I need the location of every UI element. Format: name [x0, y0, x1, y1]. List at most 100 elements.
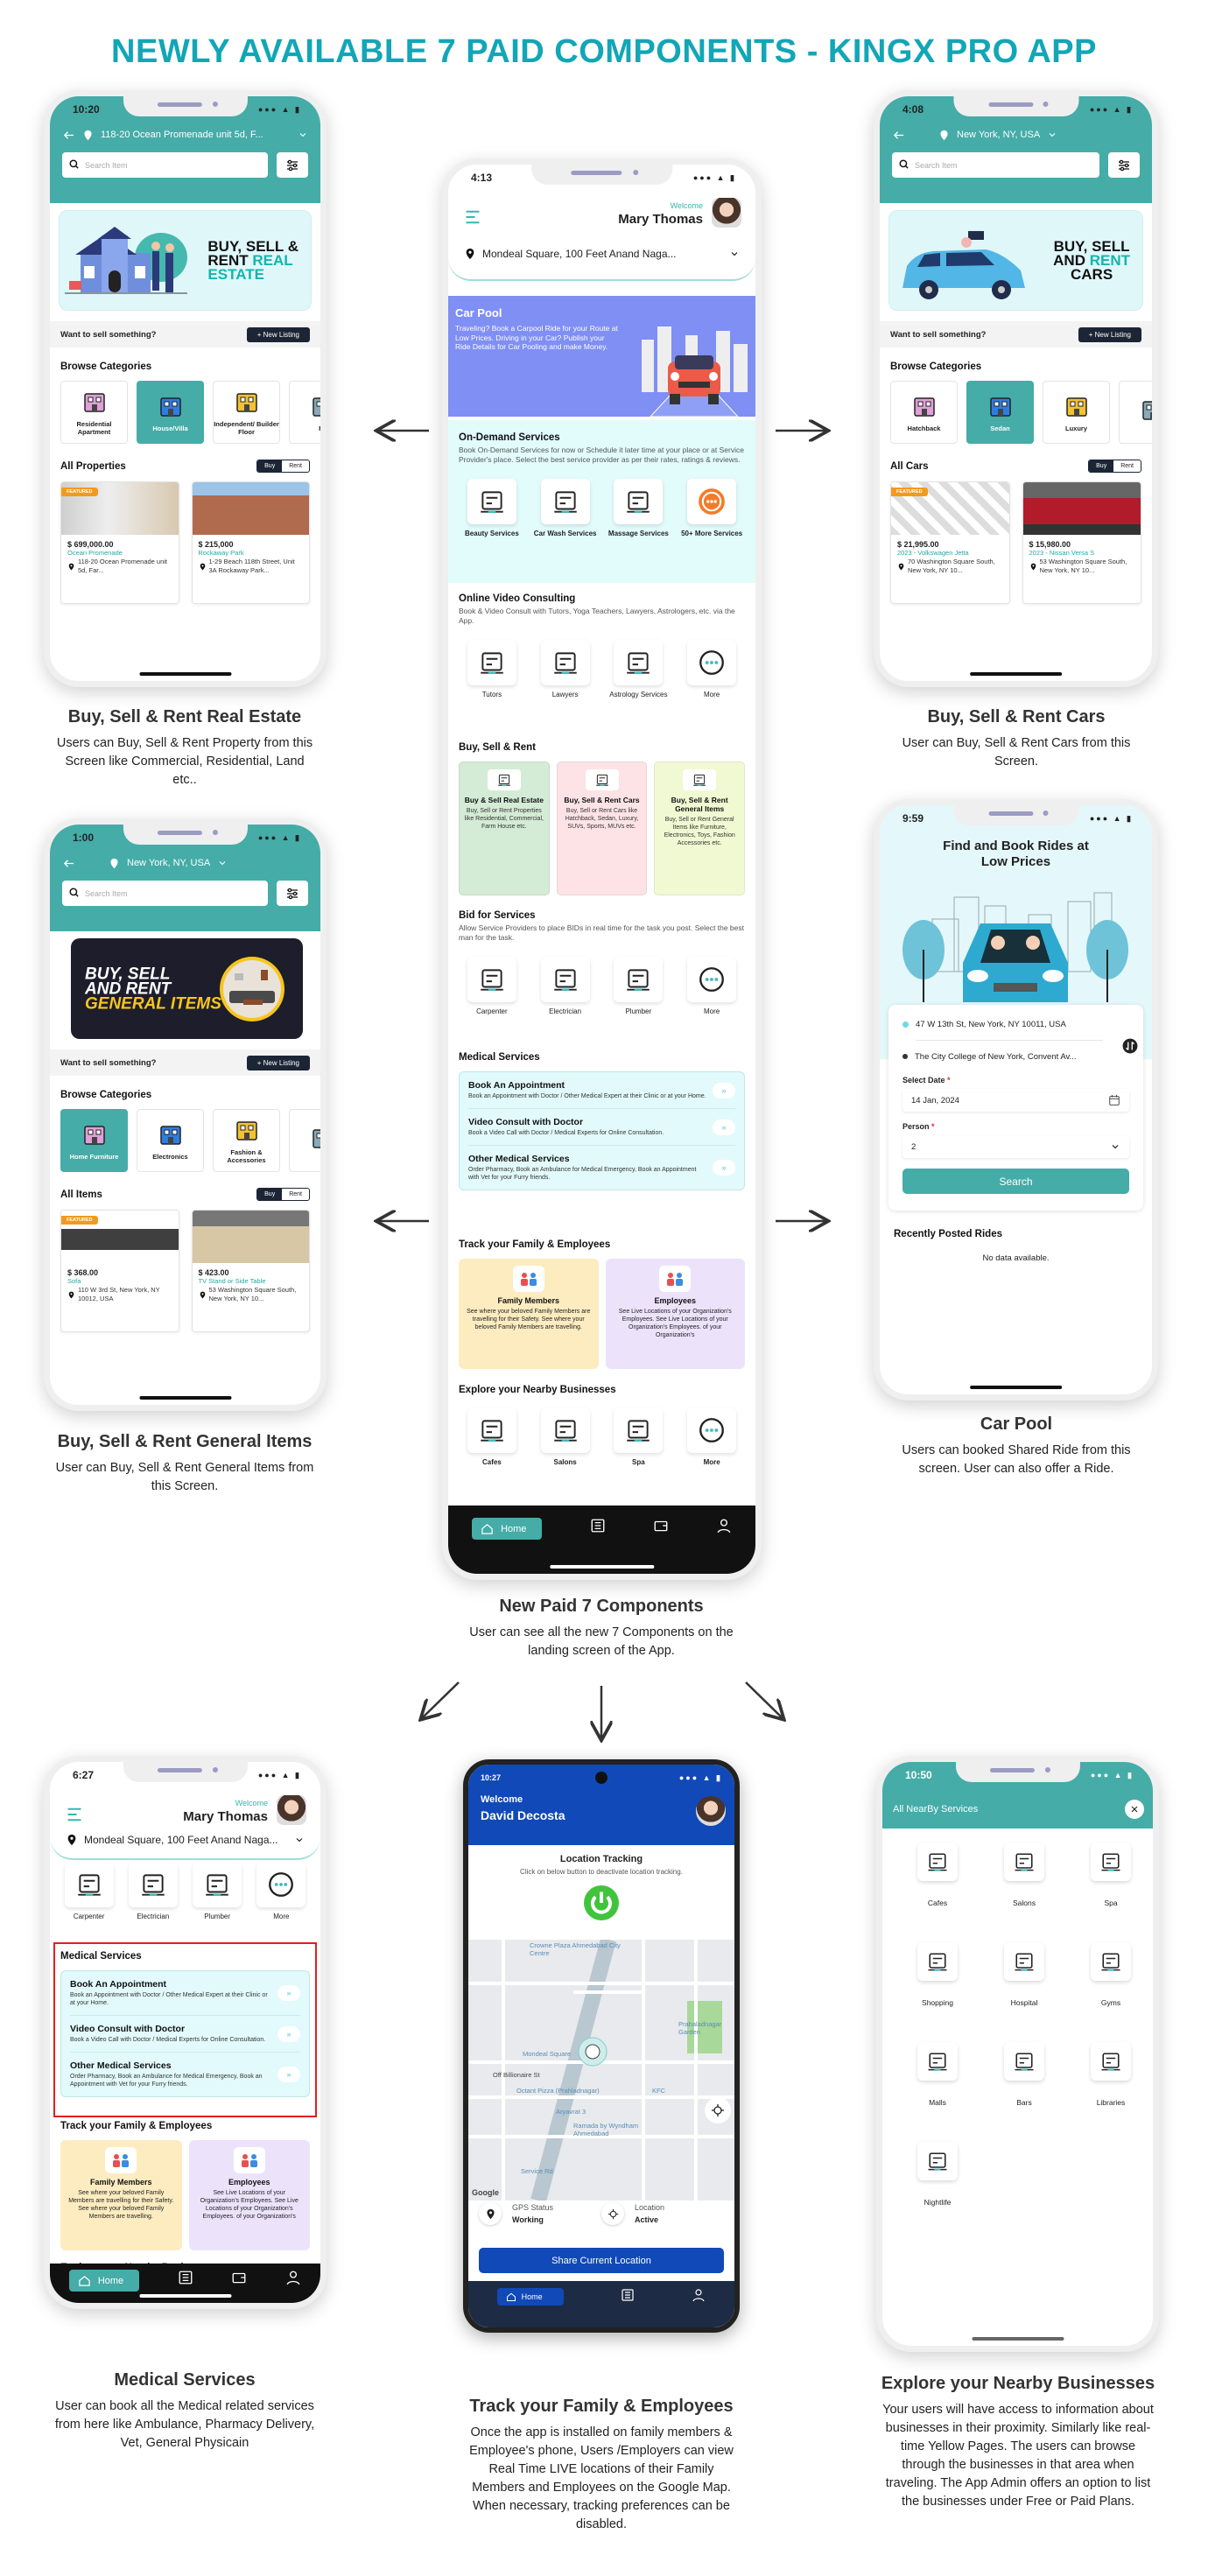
orders-list-icon[interactable]	[621, 2288, 635, 2302]
medical-service-item[interactable]: Video Consult with Doctor Book a Video Ca…	[70, 2016, 300, 2053]
service-massage-services[interactable]: Massage Services	[607, 479, 670, 538]
carpool-banner[interactable]: Car Pool Traveling? Book a Carpool Ride f…	[448, 296, 755, 417]
service-lawyers[interactable]: Lawyers	[534, 640, 597, 699]
category-tile[interactable]: Hatchback	[890, 381, 958, 444]
tracking-card[interactable]: Employees See Live Locations of your Orga…	[605, 1259, 745, 1369]
date-picker[interactable]: 14 Jan, 2024	[902, 1089, 1129, 1112]
avatar[interactable]	[696, 1796, 726, 1826]
service-cafes[interactable]: Cafes	[460, 1407, 523, 1467]
category-tile[interactable]: Independent/ Builder Floor	[213, 381, 280, 444]
medical-service-item[interactable]: Video Consult with Doctor Book a Video Ca…	[468, 1109, 735, 1146]
profile-icon[interactable]	[285, 2270, 301, 2285]
location-selector[interactable]: Mondeal Square, 100 Feet Anand Naga...	[66, 1834, 305, 1846]
profile-icon[interactable]	[716, 1518, 732, 1534]
back-arrow-icon[interactable]	[62, 129, 75, 142]
search-button[interactable]: Search	[902, 1169, 1129, 1194]
category-tile[interactable]	[1119, 381, 1152, 444]
location-selector[interactable]: Mondeal Square, 100 Feet Anand Naga...	[464, 248, 740, 260]
filter-button[interactable]	[277, 152, 308, 178]
service-more[interactable]: More	[249, 1862, 313, 1921]
service-car-wash-services[interactable]: Car Wash Services	[534, 479, 597, 538]
service-more[interactable]: More	[680, 640, 743, 699]
service-plumber[interactable]: Plumber	[186, 1862, 249, 1921]
category-tile[interactable]: Fashion & Accessories	[213, 1109, 280, 1172]
nearby-category-salons[interactable]: Salons	[985, 1843, 1064, 1907]
nearby-category-cafes[interactable]: Cafes	[898, 1843, 977, 1907]
nearby-category-hospital[interactable]: Hospital	[985, 1942, 1064, 2007]
service-salons[interactable]: Salons	[534, 1407, 597, 1467]
new-listing-button[interactable]: + New Listing	[246, 326, 310, 342]
nearby-category-spa[interactable]: Spa	[1071, 1843, 1150, 1907]
medical-service-item[interactable]: Book An Appointment Book an Appointment w…	[468, 1072, 735, 1109]
wallet-icon[interactable]	[231, 2270, 247, 2285]
orders-list-icon[interactable]	[590, 1518, 606, 1534]
toggle-buy[interactable]: Buy	[1089, 460, 1114, 472]
category-tile[interactable]: Home Furniture	[60, 1109, 128, 1172]
listing-card[interactable]: FEATURED $ 368.00 Sofa 110 W 3rd St, New Yo…	[60, 1210, 179, 1332]
nearby-category-bars[interactable]: Bars	[985, 2042, 1064, 2107]
map-view[interactable]: Crowne Plaza Ahmedabad City Centre Prahal…	[468, 1940, 734, 2200]
listing-card[interactable]: $ 15,980.00 2023 - Nissan Versa S 53 Washi…	[1022, 481, 1141, 604]
location-selector[interactable]: New York, NY, USA	[880, 123, 1152, 147]
nav-home[interactable]: Home	[472, 1518, 543, 1540]
category-tile[interactable]: House/Villa	[137, 381, 204, 444]
location-selector[interactable]: 118-20 Ocean Promenade unit 5d, F...	[50, 123, 320, 147]
category-tile[interactable]: Fa	[289, 381, 320, 444]
nav-home[interactable]: Home	[68, 2270, 140, 2292]
category-tile[interactable]: Electronics	[137, 1109, 204, 1172]
service-spa[interactable]: Spa	[607, 1407, 670, 1467]
toggle-rent[interactable]: Rent	[282, 460, 309, 472]
tracking-card[interactable]: Employees See Live Locations of your Orga…	[188, 2140, 310, 2250]
buy-sell-rent-card[interactable]: Buy, Sell & Rent General Items Buy, Sell …	[654, 762, 746, 895]
buy-rent-toggle[interactable]: Buy Rent	[256, 1188, 310, 1201]
listing-card[interactable]: $ 423.00 TV Stand or Side Table 53 Washing…	[191, 1210, 310, 1332]
medical-service-item[interactable]: Other Medical Services Order Pharmacy, Bo…	[468, 1146, 735, 1190]
buy-rent-toggle[interactable]: Buy Rent	[256, 460, 310, 473]
search-input[interactable]: Search Item	[892, 152, 1099, 178]
buy-sell-rent-card[interactable]: Buy, Sell & Rent Cars Buy, Sell or Rent C…	[556, 762, 648, 895]
service-tutors[interactable]: Tutors	[460, 640, 523, 699]
service-electrician[interactable]: Electrician	[122, 1862, 185, 1921]
category-tile[interactable]: Luxury	[1043, 381, 1110, 444]
tracking-card[interactable]: Family Members See where your beloved Fam…	[459, 1259, 599, 1369]
nearby-category-libraries[interactable]: Libraries	[1071, 2042, 1150, 2107]
chevron-right-icon[interactable]: »	[277, 2025, 300, 2042]
menu-icon[interactable]	[66, 1806, 83, 1823]
toggle-buy[interactable]: Buy	[257, 1189, 283, 1200]
promo-banner[interactable]: BUY, SELL AND RENT CARS	[888, 210, 1143, 311]
chevron-right-icon[interactable]: »	[277, 1985, 300, 2001]
person-select[interactable]: 2	[902, 1135, 1129, 1158]
location-selector[interactable]: New York, NY, USA	[50, 851, 320, 875]
promo-banner[interactable]: BUY, SELL AND RENT GENERAL ITEMS	[71, 938, 303, 1039]
medical-service-item[interactable]: Book An Appointment Book an Appointment w…	[70, 1971, 300, 2016]
wallet-icon[interactable]	[653, 1518, 669, 1534]
nearby-category-malls[interactable]: Malls	[898, 2042, 977, 2107]
back-arrow-icon[interactable]	[892, 129, 905, 142]
close-button[interactable]	[1125, 1800, 1144, 1819]
service-more[interactable]: More	[680, 1407, 743, 1467]
swap-icon[interactable]	[1122, 1038, 1138, 1054]
pickup-address[interactable]: 47 W 13th St, New York, NY 10011, USA	[902, 1015, 1129, 1033]
new-listing-button[interactable]: + New Listing	[1078, 326, 1141, 342]
listing-card[interactable]: FEATURED $ 21,995.00 2023 - Volkswagen Jet…	[890, 481, 1010, 604]
chevron-right-icon[interactable]: »	[713, 1160, 735, 1176]
nearby-category-shopping[interactable]: Shopping	[898, 1942, 977, 2007]
listing-card[interactable]: FEATURED $ 699,000.00 Ocean Promenade 118-2…	[60, 481, 179, 604]
filter-button[interactable]	[1108, 152, 1140, 178]
category-tile[interactable]: Sedan	[966, 381, 1034, 444]
category-tile[interactable]: Residential Apartment	[60, 381, 128, 444]
promo-banner[interactable]: BUY, SELL & RENT REAL ESTATE	[59, 210, 312, 311]
buy-rent-toggle[interactable]: Buy Rent	[1088, 460, 1141, 473]
tracking-card[interactable]: Family Members See where your beloved Fam…	[60, 2140, 182, 2250]
category-tile[interactable]	[289, 1109, 320, 1172]
service-carpenter[interactable]: Carpenter	[58, 1862, 121, 1921]
search-input[interactable]: Search Item	[62, 881, 268, 906]
avatar[interactable]	[712, 198, 741, 228]
service-plumber[interactable]: Plumber	[607, 957, 670, 1016]
search-input[interactable]: Search Item	[62, 152, 268, 178]
service-beauty-services[interactable]: Beauty Services	[460, 479, 523, 538]
service-50-more-services[interactable]: 50+ More Services	[680, 479, 743, 538]
medical-service-item[interactable]: Other Medical Services Order Pharmacy, Bo…	[70, 2053, 300, 2096]
power-toggle-icon[interactable]	[584, 1885, 619, 1920]
toggle-buy[interactable]: Buy	[257, 460, 283, 472]
